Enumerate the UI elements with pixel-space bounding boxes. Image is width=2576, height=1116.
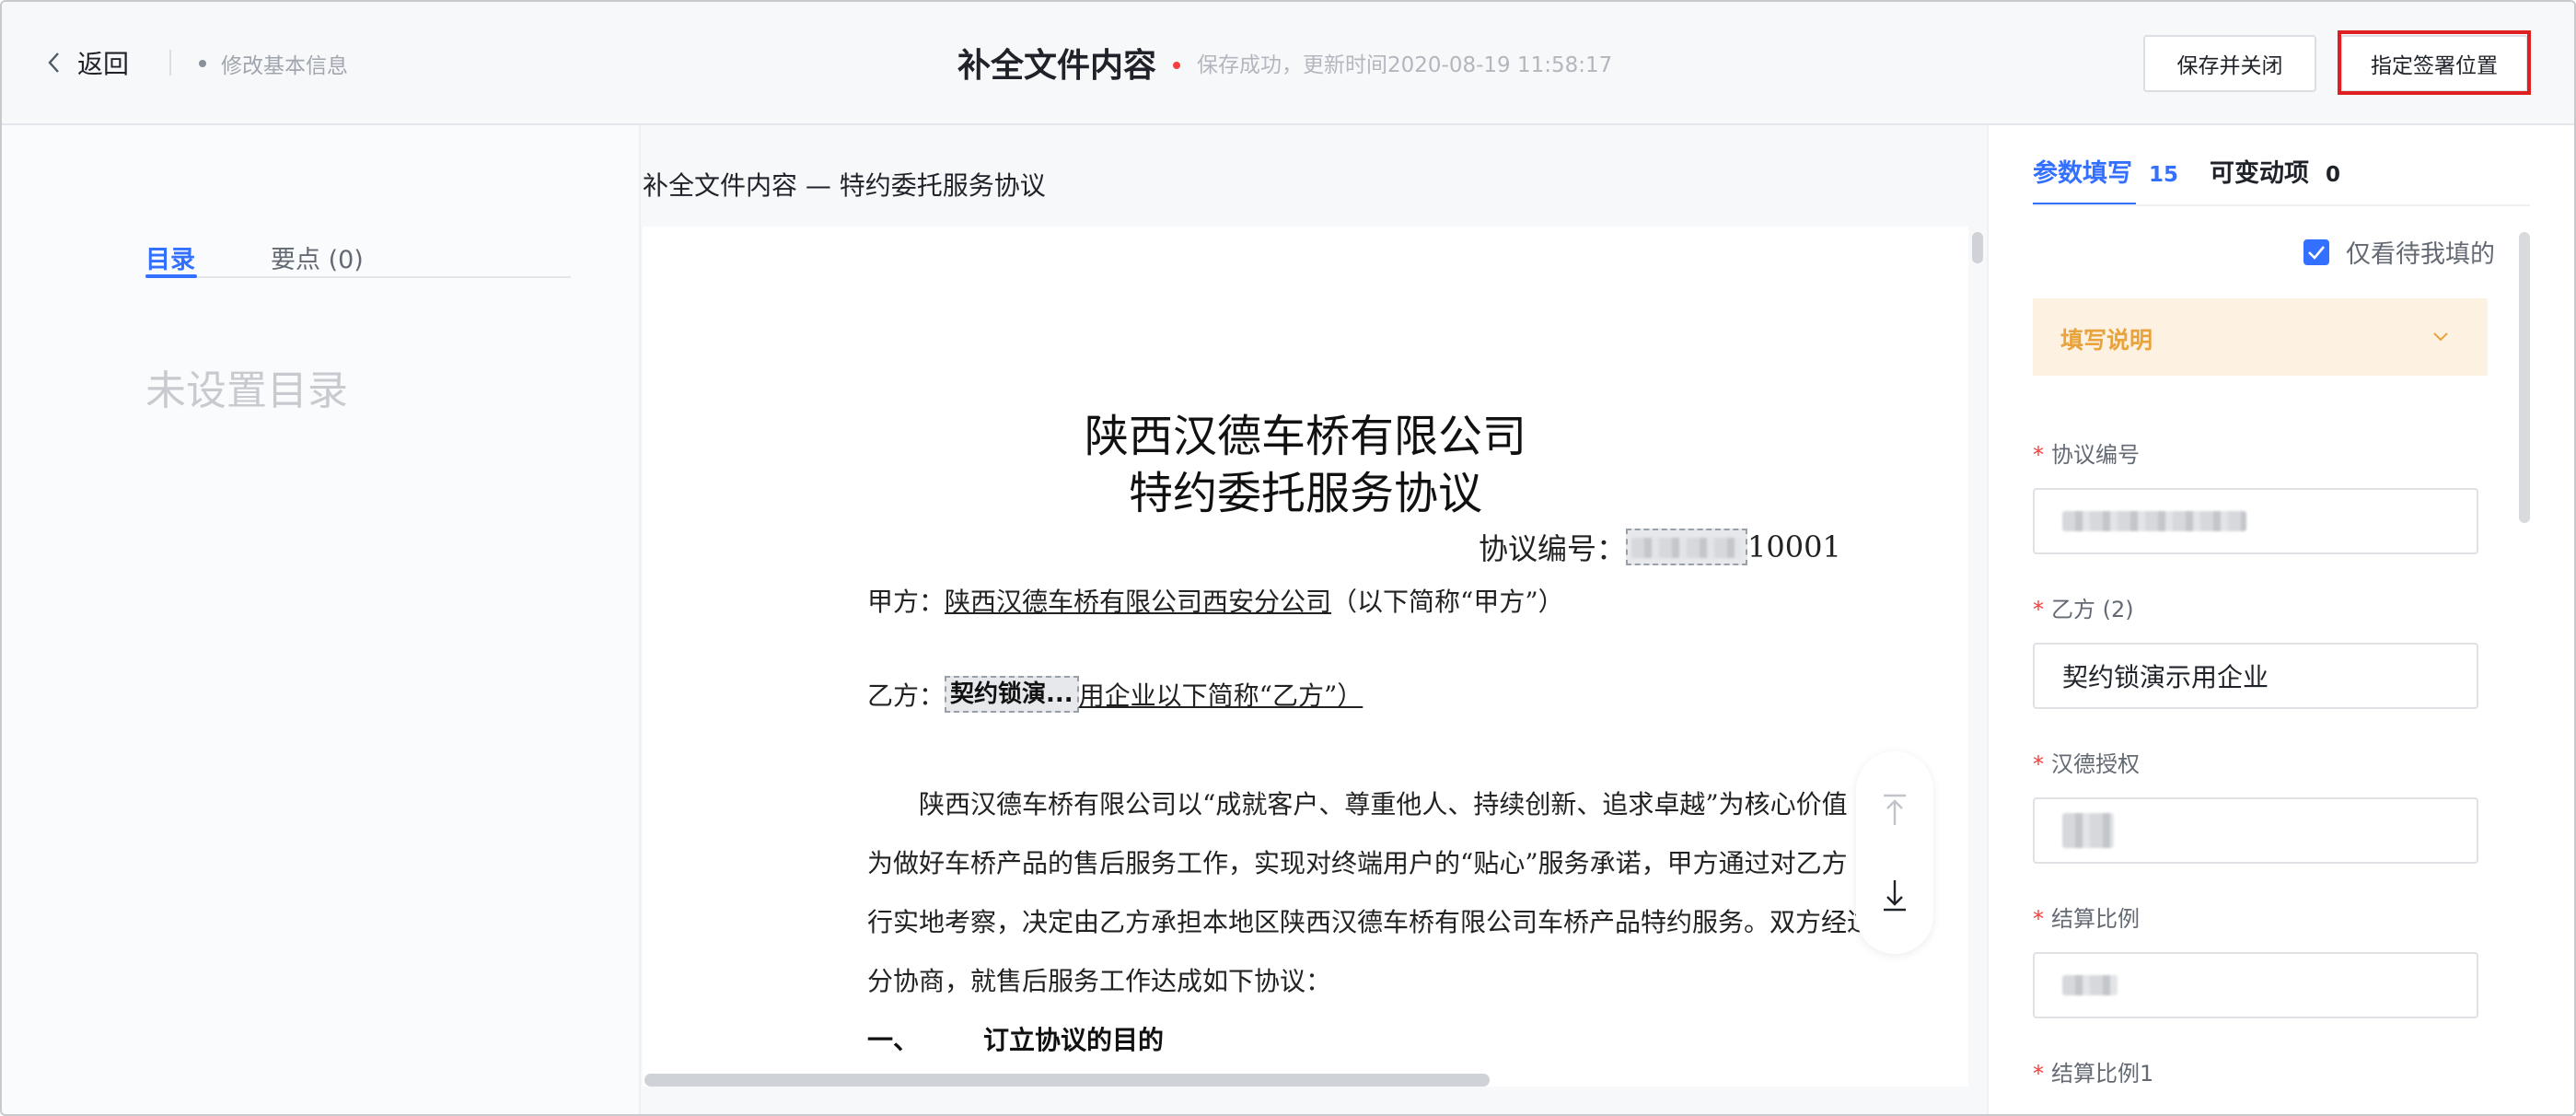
field-label-text: 汉德授权 xyxy=(2051,751,2140,777)
chevron-down-icon xyxy=(2433,332,2448,342)
field-label-authorization: * 汉德授权 xyxy=(2033,746,2140,778)
party-a-suffix: （以下简称“甲方”） xyxy=(1331,587,1564,617)
right-panel: 参数填写 15 可变动项 0 仅看待我填的 填写说明 * 协议编号 * 乙方 (2) xyxy=(1987,125,2574,1114)
party-b-field[interactable]: 契约锁演... xyxy=(945,676,1079,713)
agreement-number-line: 协议编号： 10001 xyxy=(1479,526,1841,568)
tab-parameters-label: 参数填写 xyxy=(2033,159,2132,188)
scroll-thumb[interactable] xyxy=(2519,232,2530,523)
tabs-divider xyxy=(2033,204,2530,206)
party-b-line: 乙方： 契约锁演... 用企业以下简称“乙方”） xyxy=(867,676,1363,713)
agreement-number-suffix: 10001 xyxy=(1747,529,1841,564)
arrow-to-top-icon xyxy=(1884,794,1906,825)
document-page[interactable]: 陕西汉德车桥有限公司 特约委托服务协议 协议编号： 10001 甲方：陕西汉德车… xyxy=(643,227,1968,1087)
top-bar: 返回 修改基本信息 补全文件内容 保存成功，更新时间2020-08-19 11:… xyxy=(2,2,2574,125)
field-label-text: 乙方 (2) xyxy=(2051,597,2134,622)
agreement-number-field[interactable] xyxy=(1626,529,1748,565)
left-panel: 目录 要点 (0) 未设置目录 xyxy=(2,125,641,1114)
section-title: 订立协议的目的 xyxy=(983,1025,1165,1055)
field-label-party-b: * 乙方 (2) xyxy=(2033,591,2134,623)
redacted-value xyxy=(2062,813,2114,848)
check-icon xyxy=(2308,245,2325,260)
tab-parameters[interactable]: 参数填写 15 xyxy=(2033,153,2178,189)
tab-toc[interactable]: 目录 xyxy=(145,239,197,278)
breadcrumb-edit-basic-info[interactable]: 修改基本信息 xyxy=(221,48,348,79)
settlement-ratio-input[interactable] xyxy=(2033,952,2478,1018)
page-title-group: 补全文件内容 保存成功，更新时间2020-08-19 11:58:17 xyxy=(957,39,1612,87)
tab-toc-label: 目录 xyxy=(145,246,195,274)
field-label-text: 结算比例 xyxy=(2051,906,2140,932)
party-b-suffix: 用企业以下简称“乙方”） xyxy=(1078,680,1363,711)
scroll-to-bottom-button[interactable] xyxy=(1856,856,1933,934)
tab-variables-label: 可变动项 xyxy=(2210,159,2309,188)
save-and-close-button[interactable]: 保存并关闭 xyxy=(2143,35,2316,92)
field-label-settlement-ratio: * 结算比例 xyxy=(2033,901,2140,933)
unsaved-dot-icon xyxy=(1173,62,1181,69)
doc-title-line2: 特约委托服务协议 xyxy=(1128,468,1482,519)
party-b-label: 乙方： xyxy=(867,680,946,711)
tab-variables[interactable]: 可变动项 0 xyxy=(2210,153,2340,189)
agreement-number-label: 协议编号： xyxy=(1479,531,1627,566)
tab-parameters-count: 15 xyxy=(2149,163,2179,187)
bullet-icon xyxy=(199,60,206,67)
tab-key-points[interactable]: 要点 (0) xyxy=(271,239,364,275)
field-label-text: 协议编号 xyxy=(2051,442,2140,468)
redacted-value xyxy=(2062,975,2118,995)
paragraph-line-3: 行实地考察，决定由乙方承担本地区陕西汉德车桥有限公司车桥产品特约服务。双方经过 xyxy=(867,907,1874,937)
save-status-text: 保存成功，更新时间2020-08-19 11:58:17 xyxy=(1197,53,1613,77)
fill-instructions-collapse[interactable]: 填写说明 xyxy=(2033,298,2488,376)
only-mine-checkbox[interactable] xyxy=(2303,238,2329,265)
panel-scrollbar[interactable] xyxy=(2519,232,2532,1112)
field-label-settlement-ratio-1: * 结算比例1 xyxy=(2033,1055,2153,1087)
redacted-value xyxy=(2062,511,2246,531)
breadcrumb[interactable]: 修改基本信息 xyxy=(199,48,348,79)
right-tabs: 参数填写 15 可变动项 0 xyxy=(2033,153,2512,206)
divider xyxy=(169,50,171,76)
back-button[interactable]: 返回 xyxy=(44,44,129,81)
active-tab-indicator xyxy=(145,274,197,278)
tab-key-points-label: 要点 (0) xyxy=(271,246,364,274)
party-b-input[interactable]: 契约锁演示用企业 xyxy=(2033,643,2478,709)
scroll-thumb[interactable] xyxy=(644,1074,1490,1087)
required-mark: * xyxy=(2033,751,2044,777)
only-mine-toggle[interactable]: 仅看待我填的 xyxy=(2303,234,2495,270)
field-label-text: 结算比例1 xyxy=(2051,1061,2154,1087)
back-label: 返回 xyxy=(77,49,130,79)
scroll-thumb[interactable] xyxy=(1972,232,1983,263)
scroll-to-top-button[interactable] xyxy=(1856,772,1933,849)
required-mark: * xyxy=(2033,597,2044,622)
section-number: 一、 xyxy=(867,1025,920,1055)
required-mark: * xyxy=(2033,906,2044,932)
highlight-box xyxy=(2338,30,2531,95)
paragraph-line-1: 陕西汉德车桥有限公司以“成就客户、尊重他人、持续创新、追求卓越”为核心价值 xyxy=(919,789,1848,820)
fill-instructions-label: 填写说明 xyxy=(2060,327,2153,354)
empty-toc-text: 未设置目录 xyxy=(145,367,348,414)
document-horizontal-scrollbar[interactable] xyxy=(643,1074,1968,1088)
party-a-label: 甲方： xyxy=(867,587,946,617)
agreement-number-input[interactable] xyxy=(2033,488,2478,554)
tab-variables-count: 0 xyxy=(2326,163,2341,187)
redacted-value xyxy=(1631,538,1743,558)
document-heading: 补全文件内容 — 特约委托服务协议 xyxy=(643,170,1046,201)
only-mine-label: 仅看待我填的 xyxy=(2346,240,2495,269)
doc-title-line1: 陕西汉德车桥有限公司 xyxy=(1084,411,1526,462)
paragraph-line-4: 分协商，就售后服务工作达成如下协议： xyxy=(867,966,1332,996)
party-a-name: 陕西汉德车桥有限公司西安分公司 xyxy=(945,587,1332,617)
app-window: 返回 修改基本信息 补全文件内容 保存成功，更新时间2020-08-19 11:… xyxy=(0,0,2576,1116)
required-mark: * xyxy=(2033,442,2044,468)
page-title: 补全文件内容 xyxy=(957,47,1157,85)
left-tabs: 目录 要点 (0) xyxy=(145,239,571,278)
document-vertical-scrollbar[interactable] xyxy=(1970,227,1985,1087)
authorization-input[interactable] xyxy=(2033,797,2478,864)
page-nav-widget xyxy=(1856,751,1933,954)
party-b-input-value: 契约锁演示用企业 xyxy=(2062,662,2269,692)
field-label-agreement-no: * 协议编号 xyxy=(2033,436,2140,469)
chevron-left-icon xyxy=(48,52,59,73)
arrow-to-bottom-icon xyxy=(1884,880,1906,912)
section-heading: 一、 订立协议的目的 xyxy=(867,1020,1164,1057)
paragraph-line-2: 为做好车桥产品的售后服务工作，实现对终端用户的“贴心”服务承诺，甲方通过对乙方 xyxy=(867,848,1848,878)
document-area: 补全文件内容 — 特约委托服务协议 陕西汉德车桥有限公司 特约委托服务协议 协议… xyxy=(641,125,1987,1114)
required-mark: * xyxy=(2033,1061,2044,1087)
party-a-line: 甲方：陕西汉德车桥有限公司西安分公司（以下简称“甲方”） xyxy=(867,582,1564,619)
